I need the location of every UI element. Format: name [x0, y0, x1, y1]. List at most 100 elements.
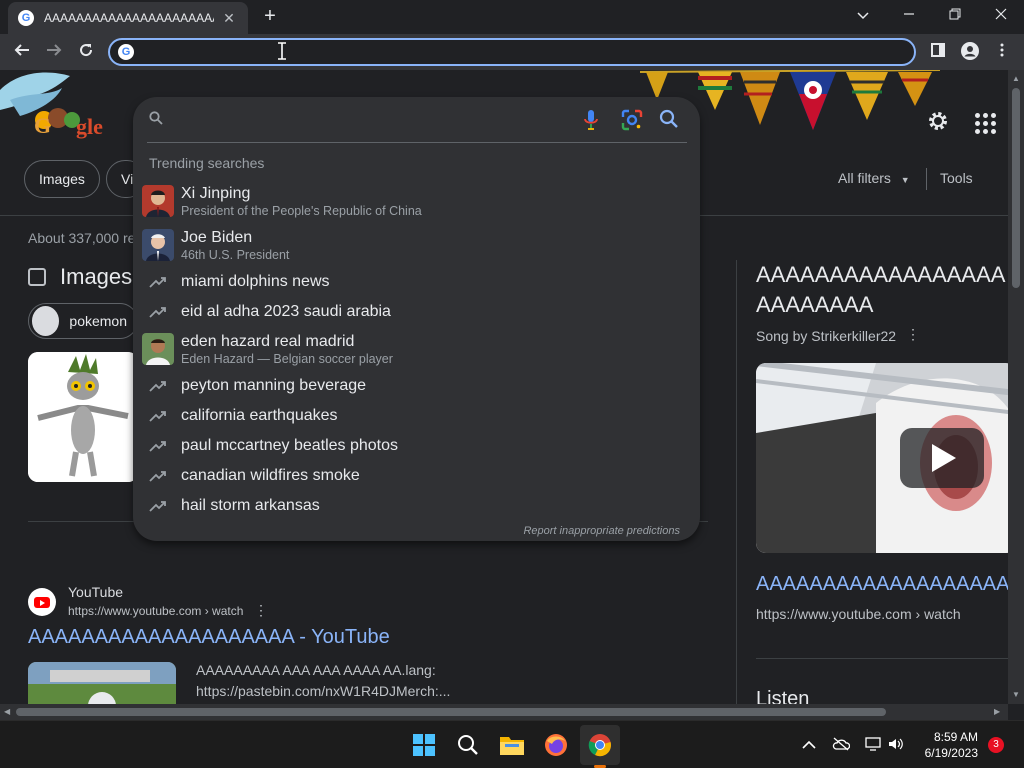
video-thumbnail[interactable]: [28, 662, 176, 704]
chrome-icon[interactable]: [586, 731, 614, 759]
suggestion-subtext: Eden Hazard — Belgian soccer player: [181, 351, 393, 366]
clock-date: 6/19/2023: [924, 746, 978, 760]
suggestion-item[interactable]: Joe Biden 46th U.S. President: [133, 227, 700, 263]
close-tab-icon[interactable]: ✕: [220, 10, 238, 27]
voice-search-mic-icon[interactable]: [583, 109, 599, 131]
toolbar-divider: [926, 168, 927, 190]
tools-button[interactable]: Tools: [940, 170, 973, 186]
browser-tab[interactable]: G AAAAAAAAAAAAAAAAAAAAAAAAAAAAAAA ✕: [8, 2, 248, 34]
kp-title-line: AAAAAAAAAAAAAAAAA: [756, 262, 1006, 287]
address-bar[interactable]: G: [108, 38, 916, 66]
kp-video-url: https://www.youtube.com › watch: [756, 606, 961, 622]
result-url: https://www.youtube.com › watch: [68, 604, 244, 618]
scroll-down-icon[interactable]: ▼: [1012, 690, 1020, 700]
snippet-line: https://pastebin.com/nxW1R4DJMerch:...: [196, 683, 451, 699]
address-input[interactable]: [142, 44, 902, 60]
kp-title-line: AAAAAAAA: [756, 292, 874, 317]
settings-gear-icon[interactable]: [926, 110, 950, 134]
suggestion-text: paul mccartney beatles photos: [181, 437, 399, 454]
images-section-heading[interactable]: Images: [28, 264, 132, 290]
youtube-logo-icon: [28, 588, 56, 616]
search-input[interactable]: [177, 107, 597, 131]
system-clock[interactable]: 8:59 AM 6/19/2023: [916, 729, 978, 761]
browser-menu-icon[interactable]: [992, 42, 1012, 62]
suggestion-item[interactable]: canadian wildfires smoke: [133, 465, 700, 487]
search-icon: [149, 111, 163, 125]
suggestion-subtext: 46th U.S. President: [181, 247, 290, 262]
suggestion-item[interactable]: paul mccartney beatles photos: [133, 435, 700, 457]
scroll-up-icon[interactable]: ▲: [1012, 74, 1020, 84]
report-predictions-link[interactable]: Report inappropriate predictions: [523, 525, 680, 537]
trending-arrow-icon: [149, 307, 166, 318]
snippet-line: AAAAAAAAA AAA AAA AAAA AA.lang:: [196, 662, 436, 678]
onedrive-offline-icon[interactable]: [832, 737, 851, 754]
knowledge-panel-divider: [736, 260, 737, 704]
notification-badge[interactable]: 3: [988, 737, 1004, 753]
lemur-image: [28, 352, 138, 482]
volume-icon[interactable]: [888, 737, 904, 754]
result-stats: About 337,000 re: [28, 230, 136, 246]
back-arrow-icon[interactable]: [10, 40, 34, 64]
result-site-name: YouTube: [68, 584, 124, 600]
profile-icon[interactable]: [960, 42, 980, 62]
trending-searches-heading: Trending searches: [149, 155, 265, 171]
suggestion-item[interactable]: Xi Jinping President of the People's Rep…: [133, 183, 700, 219]
trending-arrow-icon: [149, 381, 166, 392]
kp-video-link[interactable]: AAAAAAAAAAAAAAAAAAAAAAA: [756, 573, 1008, 596]
scroll-left-icon[interactable]: ◀: [4, 707, 10, 717]
tab-search-chevron-icon[interactable]: [850, 4, 876, 26]
pokemon-thumbnail: [32, 306, 60, 336]
vertical-scrollbar[interactable]: ▲ ▼: [1008, 70, 1024, 704]
windows-start-icon[interactable]: [410, 731, 438, 759]
network-icon[interactable]: [864, 737, 882, 754]
knowledge-panel-title: AAAAAAAAAAAAAAAAA AAAAAAAA: [756, 260, 1008, 320]
suggestion-item[interactable]: eid al adha 2023 saudi arabia: [133, 301, 700, 323]
suggestion-text: Xi Jinping: [181, 184, 251, 202]
side-panel-icon[interactable]: [928, 42, 948, 62]
restore-icon[interactable]: [942, 4, 968, 26]
search-submit-icon[interactable]: [659, 109, 681, 131]
suggestion-subtext: President of the People's Republic of Ch…: [181, 203, 422, 218]
pokemon-chip[interactable]: pokemon: [28, 303, 138, 339]
dropdown-caret-icon: ▼: [900, 175, 910, 185]
scroll-right-icon[interactable]: ▶: [994, 707, 1000, 717]
play-button-icon[interactable]: [900, 428, 984, 488]
more-options-icon[interactable]: ⋮: [254, 602, 268, 619]
trending-arrow-icon: [149, 501, 166, 512]
image-result-card[interactable]: [28, 352, 138, 482]
suggestion-item[interactable]: hail storm arkansas: [133, 495, 700, 517]
suggestion-item[interactable]: miami dolphins news: [133, 271, 700, 293]
search-taskbar-icon[interactable]: [454, 731, 482, 759]
file-explorer-icon[interactable]: [498, 731, 526, 759]
filter-chip-images[interactable]: Images: [24, 160, 100, 198]
suggestion-item[interactable]: california earthquakes: [133, 405, 700, 427]
dropdown-divider: [147, 142, 687, 143]
horizontal-scroll-thumb[interactable]: [16, 708, 886, 716]
suggestion-item[interactable]: peyton manning beverage: [133, 375, 700, 397]
google-favicon-icon: G: [18, 10, 34, 26]
xi-jinping-thumbnail: [142, 185, 174, 217]
trending-arrow-icon: [149, 277, 166, 288]
joe-biden-thumbnail: [142, 229, 174, 261]
reload-icon[interactable]: [74, 40, 98, 64]
close-window-icon[interactable]: [988, 4, 1014, 26]
google-g-icon: G: [118, 44, 134, 60]
suggestion-text: eid al adha 2023 saudi arabia: [181, 303, 391, 320]
google-lens-icon[interactable]: [621, 109, 643, 131]
show-hidden-icons-chevron-icon[interactable]: [802, 737, 816, 753]
vertical-scroll-thumb[interactable]: [1012, 88, 1020, 288]
all-filters-button[interactable]: All filters ▼: [838, 170, 910, 186]
new-tab-button[interactable]: +: [258, 4, 282, 28]
minimize-icon[interactable]: [896, 4, 922, 26]
forward-arrow-icon[interactable]: [42, 40, 66, 64]
horizontal-scrollbar[interactable]: ◀ ▶: [0, 704, 1008, 720]
listen-heading: Listen: [756, 688, 810, 704]
google-doodle-logo[interactable]: G gle: [0, 70, 140, 150]
google-apps-icon[interactable]: [972, 110, 996, 134]
text-cursor-icon: [278, 42, 286, 60]
result-title-link[interactable]: AAAAAAAAAAAAAAAAAAAA - YouTube: [28, 626, 390, 649]
trending-arrow-icon: [149, 471, 166, 482]
firefox-icon[interactable]: [542, 731, 570, 759]
kp-more-icon[interactable]: ⋮: [906, 326, 920, 343]
suggestion-item[interactable]: eden hazard real madrid Eden Hazard — Be…: [133, 331, 700, 367]
